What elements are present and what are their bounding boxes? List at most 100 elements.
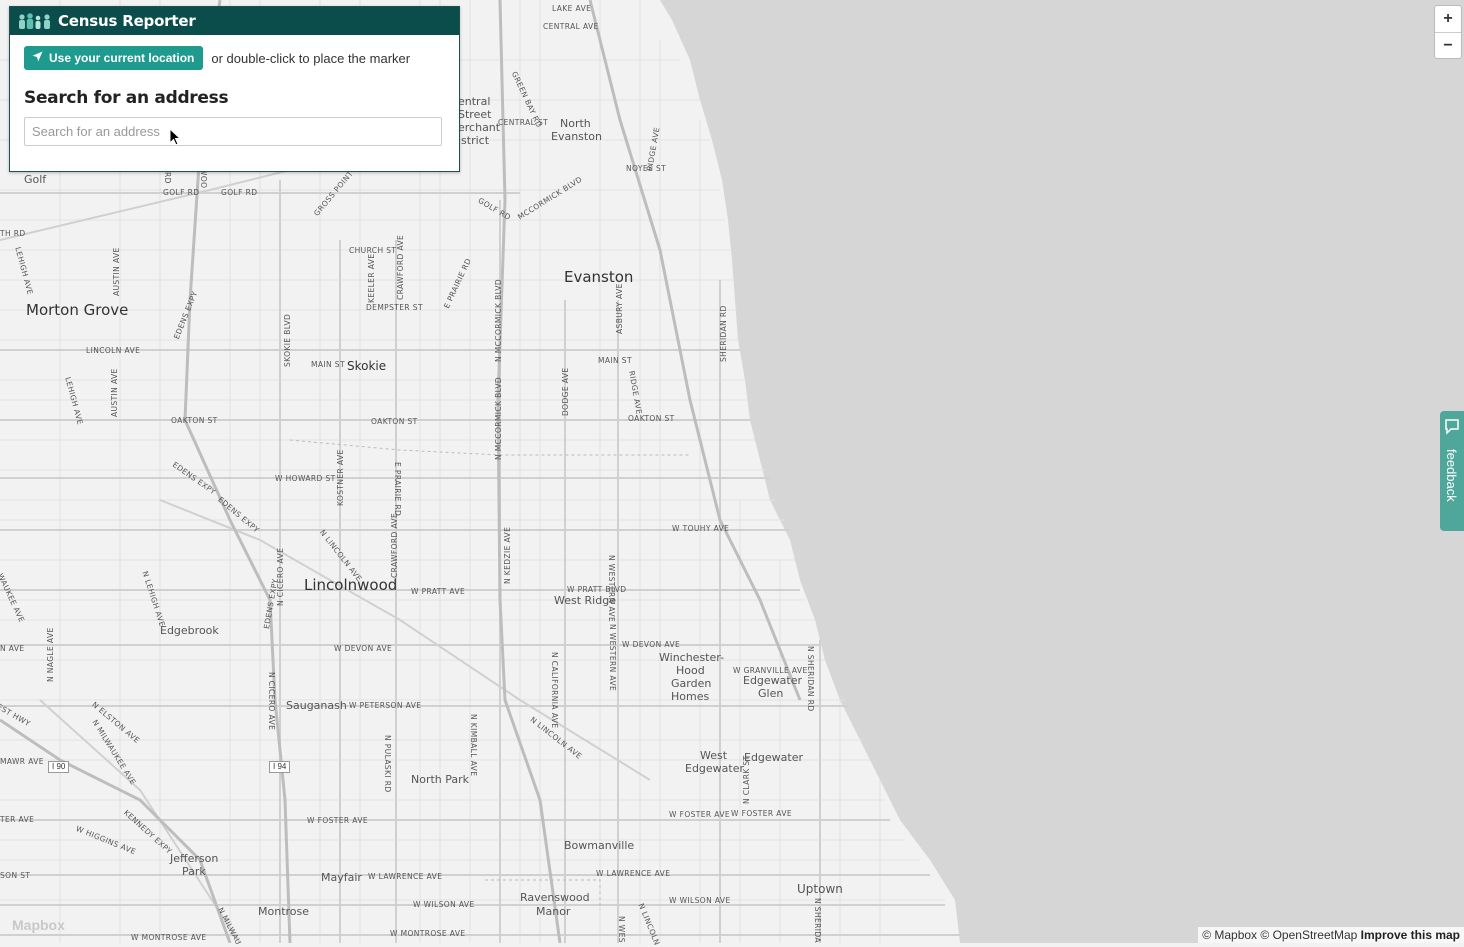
street-label: GOLF RD (163, 188, 200, 197)
street-label: OAKTON ST (171, 416, 218, 425)
place-label-mayfair: Mayfair (321, 871, 362, 884)
street-label: SHERIDAN RD (719, 305, 728, 362)
street-label: W DEVON AVE (334, 644, 393, 653)
street-label: LAKE AVE (552, 4, 592, 13)
location-panel: Census Reporter Use your current locatio… (9, 6, 460, 172)
street-label: AUSTIN AVE (110, 368, 119, 417)
place-label-west-edgewater: Edgewater (685, 762, 745, 775)
osm-attribution-link[interactable]: © OpenStreetMap (1260, 928, 1357, 942)
street-label: N WESTERN AVE (608, 624, 617, 692)
place-label-jefferson: Jefferson (170, 852, 219, 865)
street-label: MAIN ST (598, 356, 632, 365)
street-label: KEELER AVE (367, 253, 376, 303)
place-label-edgewater-glen: Glen (758, 687, 784, 700)
place-label-bowmanville: Bowmanville (564, 839, 635, 852)
lake-michigan (660, 0, 1464, 943)
city-label-lincolnwood: Lincolnwood (304, 576, 398, 594)
street-label: SKOKIE BLVD (283, 313, 292, 367)
street-label: W GRANVILLE AVE (733, 666, 808, 675)
street-label: W MONTROSE AVE (131, 933, 207, 942)
zoom-out-button[interactable]: − (1435, 33, 1461, 59)
place-label-central: entral (458, 95, 491, 108)
street-label: DODGE AVE (561, 367, 570, 416)
place-label-winchester: Winchester- (659, 651, 725, 664)
street-label: W PRATT BLVD (567, 585, 627, 594)
street-label: W WILSON AVE (669, 896, 731, 905)
map-attribution: © Mapbox © OpenStreetMap Improve this ma… (1198, 927, 1464, 943)
street-label: SON ST (0, 871, 31, 880)
street-label: MAWR AVE (0, 757, 44, 766)
street-label: N SHERIDA (813, 898, 822, 943)
place-label-uptown: Uptown (797, 882, 843, 896)
street-label: OAKTON ST (371, 417, 418, 426)
use-current-location-label: Use your current location (49, 51, 195, 65)
street-label: W WILSON AVE (413, 900, 475, 909)
highway-shield-i94: I 94 (269, 761, 291, 773)
place-label-north-evanston: Evanston (551, 130, 602, 143)
street-label: N NAGLE AVE (46, 627, 55, 682)
street-label: W FOSTER AVE (669, 810, 731, 819)
street-label: N KIMBALL AVE (469, 714, 478, 777)
place-label-north: North (560, 117, 591, 130)
place-label-ravenswood-manor: Manor (536, 905, 571, 918)
feedback-label: feedback (1444, 449, 1459, 502)
place-label-skokie: Skokie (347, 359, 387, 373)
street-label: ASBURY AVE (615, 283, 624, 334)
street-label: CENTRAL AVE (543, 22, 599, 31)
place-label-edgewater-2: Edgewater (744, 751, 804, 764)
street-label: W FOSTER AVE (307, 816, 369, 825)
street-label: KOSTNER AVE (336, 449, 345, 506)
street-label: W FOSTER AVE (731, 809, 793, 818)
place-label-montrose: Montrose (258, 905, 310, 918)
street-label: RD (163, 172, 172, 184)
street-label: W DEVON AVE (622, 640, 681, 649)
street-label: DEMPSTER ST (366, 303, 423, 312)
street-label: E PRAIRIE RD (393, 462, 402, 517)
app-title: Census Reporter (58, 12, 196, 30)
street-label: TER AVE (0, 815, 35, 824)
feedback-tab[interactable]: feedback (1440, 411, 1464, 531)
street-label: N CLARK ST (742, 755, 751, 804)
place-label-winchester-hood: Hood (676, 664, 705, 677)
search-heading: Search for an address (24, 88, 229, 108)
zoom-in-button[interactable]: + (1435, 6, 1461, 33)
place-label-sauganash: Sauganash (286, 699, 347, 712)
street-label: W TOUHY AVE (672, 524, 730, 533)
panel-header: Census Reporter (10, 7, 459, 35)
highway-shield-i90: I 90 (48, 761, 70, 773)
street-label: N MCCORMICK BLVD (494, 376, 503, 460)
place-label-golf: Golf (24, 173, 47, 186)
improve-map-link[interactable]: Improve this map (1361, 928, 1460, 942)
street-label: CRAWFORD AVE (396, 234, 405, 300)
place-label-west: West (700, 749, 728, 762)
street-label: W PRATT AVE (411, 587, 466, 596)
street-label: N PULASKI RD (383, 735, 392, 793)
place-label-edgewater: Edgewater (743, 674, 803, 687)
street-label: LINCOLN AVE (86, 346, 141, 355)
place-label-edgebrook: Edgebrook (160, 624, 219, 637)
mapbox-logo[interactable]: Mapbox (12, 917, 65, 933)
street-label: W MONTROSE AVE (390, 929, 466, 938)
place-label-district: istrict (458, 134, 490, 147)
street-label: N MCCORMICK BLVD (494, 278, 503, 362)
census-people-icon (18, 13, 52, 29)
place-label-jefferson-park: Park (182, 865, 206, 878)
mapbox-attribution-link[interactable]: © Mapbox (1202, 928, 1257, 942)
street-label: W HOWARD ST (275, 474, 336, 483)
use-current-location-button[interactable]: Use your current location (24, 46, 204, 70)
marker-hint: or double-click to place the marker (211, 50, 411, 66)
city-label-morton-grove: Morton Grove (26, 301, 129, 319)
street-label: CENTRAL ST (498, 118, 549, 127)
street-label: N KEDZIE AVE (503, 526, 512, 584)
place-label-merchant: erchant (458, 121, 501, 134)
place-label-ravenswood: Ravenswood (520, 891, 590, 904)
address-search-input[interactable] (24, 117, 442, 146)
street-label: N AVE (0, 644, 25, 653)
mouse-cursor-icon (169, 127, 182, 151)
street-label: W PETERSON AVE (349, 701, 422, 710)
place-label-street: Street (458, 108, 492, 121)
location-arrow-icon (32, 51, 43, 65)
street-label: N SHERIDAN RD (806, 646, 815, 712)
street-label: CRAWFORD AVE (390, 512, 399, 578)
street-label: TH RD (0, 229, 26, 238)
